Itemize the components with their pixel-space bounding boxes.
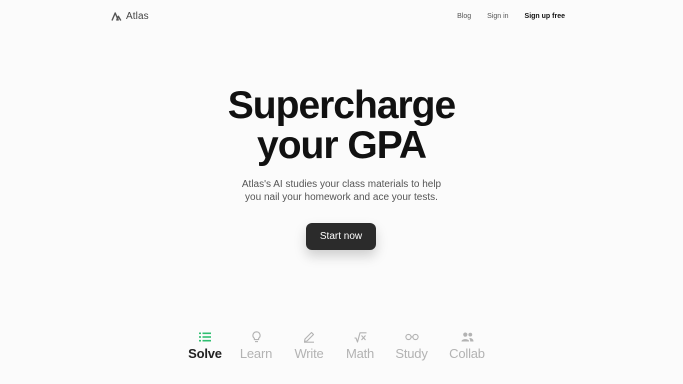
- glasses-icon: [404, 330, 419, 344]
- tab-learn-label: Learn: [239, 346, 273, 361]
- hero-subtitle-line-2: you nail your homework and ace your test…: [245, 192, 438, 203]
- lightbulb-icon: [251, 330, 261, 344]
- hero-subtitle-line-1: Atlas's AI studies your class materials …: [241, 179, 442, 190]
- hero-title: Supercharge your GPA: [0, 86, 683, 166]
- tab-solve[interactable]: Solve: [186, 330, 224, 361]
- top-nav: Blog Sign in Sign up free: [457, 13, 565, 20]
- hero-title-line-2: your GPA: [257, 124, 427, 167]
- tab-learn[interactable]: Learn: [240, 330, 272, 361]
- hero-subtitle: Atlas's AI studies your class materials …: [0, 178, 683, 204]
- feature-tabs: Solve Learn Write Math Study Collab: [186, 330, 487, 361]
- tab-write[interactable]: Write: [291, 330, 327, 361]
- tab-collab-label: Collab: [449, 346, 485, 361]
- tab-math[interactable]: Math: [344, 330, 376, 361]
- tab-collab[interactable]: Collab: [447, 330, 487, 361]
- tab-math-label: Math: [345, 346, 375, 361]
- tab-solve-label: Solve: [188, 346, 222, 361]
- site-header: Atlas Blog Sign in Sign up free: [0, 0, 683, 36]
- people-icon: [461, 330, 474, 344]
- brand-name: Atlas: [126, 11, 149, 22]
- sqrt-icon: [354, 330, 367, 344]
- list-icon: [199, 330, 211, 344]
- tab-study[interactable]: Study: [393, 330, 430, 361]
- tab-write-label: Write: [294, 346, 324, 361]
- atlas-logo-icon: [111, 12, 122, 21]
- nav-signup-link[interactable]: Sign up free: [525, 13, 565, 20]
- nav-blog-link[interactable]: Blog: [457, 13, 471, 20]
- landing-page: Atlas Blog Sign in Sign up free Supercha…: [0, 0, 683, 384]
- pencil-icon: [303, 330, 315, 344]
- hero-title-line-1: Supercharge: [227, 84, 456, 127]
- start-now-button[interactable]: Start now: [306, 223, 376, 250]
- brand-logo-link[interactable]: Atlas: [111, 11, 149, 22]
- nav-signin-link[interactable]: Sign in: [487, 13, 508, 20]
- tab-study-label: Study: [395, 346, 428, 361]
